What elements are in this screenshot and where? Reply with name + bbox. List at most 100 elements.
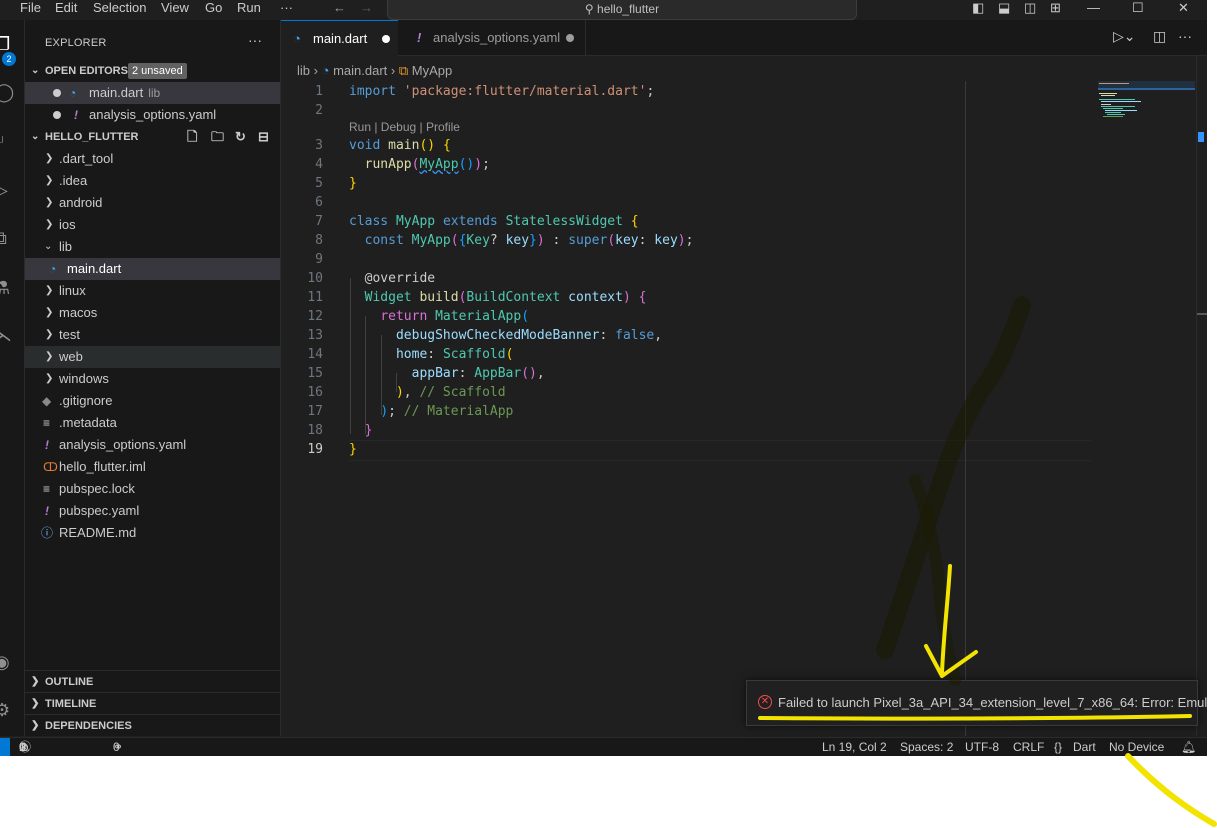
more-actions-icon[interactable]: ··· [248,32,262,48]
breadcrumb-file[interactable]: main.dart [333,63,387,78]
code-line: import 'package:flutter/material.dart'; [349,84,655,99]
code-line: debugShowCheckedModeBanner: false, [395,328,663,343]
indentation[interactable]: Spaces: 2 [900,738,953,756]
file-item[interactable]: ! pubspec.yaml [25,500,280,522]
file-item[interactable]: ≡ pubspec.lock [25,478,280,500]
language-mode[interactable]: Dart [1073,738,1096,756]
open-editors-label: OPEN EDITORS [45,65,128,77]
new-file-icon[interactable]: 🗋 [187,126,197,148]
project-header[interactable]: ⌄ HELLO_FLUTTER 🗋 🗀 ↻ ⊟ [25,126,280,148]
line-number: 5 [315,176,323,191]
menu-run[interactable]: Run [237,0,261,16]
file-item[interactable]: ◆ .gitignore [25,390,280,412]
new-folder-icon[interactable]: 🗀 [211,126,224,148]
open-editors-header[interactable]: ⌄ OPEN EDITORS 2 unsaved [25,60,280,82]
file-item[interactable]: ≡ .metadata [25,412,280,434]
toggle-secondary-sidebar-icon[interactable]: ◫ [1024,0,1036,15]
vertical-scrollbar[interactable] [1196,56,1207,736]
command-center[interactable]: ⚲ hello_flutter [387,0,857,20]
device-selector[interactable]: No Device [1109,738,1164,756]
outline-header[interactable]: ❯ OUTLINE [25,670,280,693]
tab-analysis-options[interactable]: ! analysis_options.yaml [399,20,586,55]
line-endings[interactable]: CRLF [1013,738,1044,756]
file-encoding[interactable]: UTF-8 [965,738,999,756]
menu-edit[interactable]: Edit [55,0,77,16]
split-editor-icon[interactable]: ◫ [1153,28,1166,45]
source-control-icon[interactable]: ⑂ [0,132,14,152]
codelens-run-debug-profile[interactable]: Run | Debug | Profile [349,120,460,134]
explorer-icon[interactable]: ❐ [0,34,14,54]
folder-item[interactable]: ⌄ lib [25,236,280,258]
folder-name: test [59,327,80,342]
scroll-position-marker [1198,132,1204,142]
unsaved-dot-icon[interactable] [53,89,61,97]
chevron-right-icon: ❯ [45,285,54,296]
folder-item[interactable]: ❯ test [25,324,280,346]
run-debug-dropdown-icon[interactable]: ▷⌄ [1113,28,1136,45]
close-window-icon[interactable]: ✕ [1178,0,1189,15]
minimap[interactable] [1098,81,1195,121]
file-item[interactable]: ◔ main.dart [25,258,280,280]
menu-view[interactable]: View [161,0,189,16]
maximize-icon[interactable]: ☐ [1132,0,1144,15]
unsaved-dot-icon[interactable] [53,111,61,119]
testing-icon[interactable]: ⚗ [0,278,14,298]
error-circle-icon: ✕ [758,695,772,709]
materialapp-comment: // MaterialApp [403,404,514,419]
menu-more[interactable]: ··· [280,0,293,16]
toggle-primary-sidebar-icon[interactable]: ◧ [972,0,984,15]
minimize-icon[interactable]: — [1087,0,1100,15]
menu-go[interactable]: Go [205,0,222,16]
file-item[interactable]: ⓘ README.md [25,522,280,544]
chevron-down-icon: ⌄ [31,65,40,76]
cursor-position[interactable]: Ln 19, Col 2 [822,738,887,756]
folder-item[interactable]: ❯ linux [25,280,280,302]
chevron-down-icon: ⌄ [44,241,53,252]
menu-selection[interactable]: Selection [93,0,146,16]
folder-item[interactable]: ❯ ios [25,214,280,236]
open-editor-item[interactable]: ◔ main.dart lib [25,82,280,104]
refresh-icon[interactable]: ↻ [235,126,246,148]
breadcrumb-symbol[interactable]: MyApp [412,63,452,78]
back-arrow-icon[interactable]: ← [333,0,346,15]
breadcrumb-folder[interactable]: lib [297,63,310,78]
code-editor[interactable]: 1 2 Run | Debug | Profile 3 4 5 6 7 8 9 … [281,81,1091,736]
file-item[interactable]: ! analysis_options.yaml [25,434,280,456]
error-notification[interactable]: ✕ Failed to launch Pixel_3a_API_34_exten… [746,680,1207,726]
run-debug-icon[interactable]: ▷ [0,180,14,200]
chevron-right-icon: ❯ [31,720,40,731]
folder-item[interactable]: ❯ android [25,192,280,214]
notifications-bell-icon[interactable]: 🔔︎ [1181,738,1196,756]
collapse-all-icon[interactable]: ⊟ [258,126,269,148]
line-number: 17 [307,404,323,419]
open-editor-item[interactable]: ! analysis_options.yaml [25,104,280,126]
remote-indicator[interactable] [0,738,10,756]
manage-gear-icon[interactable]: ⚙ [0,700,14,720]
chevron-right-icon: ❯ [45,153,54,164]
line-number: 4 [315,157,323,172]
search-view-icon[interactable]: ◯ [0,82,14,102]
customize-layout-icon[interactable]: ⊞ [1050,0,1061,15]
tab-main-dart[interactable]: ◔ main.dart [281,20,398,56]
folder-item[interactable]: ❯ web [25,346,280,368]
unsaved-dot-icon[interactable] [566,34,574,42]
title-bar: File Edit Selection View Go Run ··· ← → … [0,0,1207,20]
file-item[interactable]: ↀ hello_flutter.iml [25,456,280,478]
forward-arrow-icon[interactable]: → [360,0,373,15]
dependencies-header[interactable]: ❯ DEPENDENCIES [25,714,280,737]
line-number: 12 [307,309,323,324]
folder-item[interactable]: ❯ .idea [25,170,280,192]
folder-item[interactable]: ❯ windows [25,368,280,390]
toggle-panel-icon[interactable]: ⬓ [998,0,1010,15]
folder-item[interactable]: ❯ .dart_tool [25,148,280,170]
flutter-icon[interactable]: ⋋ [0,325,14,345]
accounts-icon[interactable]: ◉ [0,652,14,672]
code-line: return MaterialApp( [380,309,530,324]
timeline-header[interactable]: ❯ TIMELINE [25,692,280,715]
folder-item[interactable]: ❯ macos [25,302,280,324]
menu-file[interactable]: File [20,0,41,16]
more-actions-icon[interactable]: ··· [1178,28,1192,44]
extensions-icon[interactable]: ⧉ [0,228,14,248]
code-line: home: Scaffold( [395,347,514,362]
unsaved-dot-icon[interactable] [382,35,390,43]
